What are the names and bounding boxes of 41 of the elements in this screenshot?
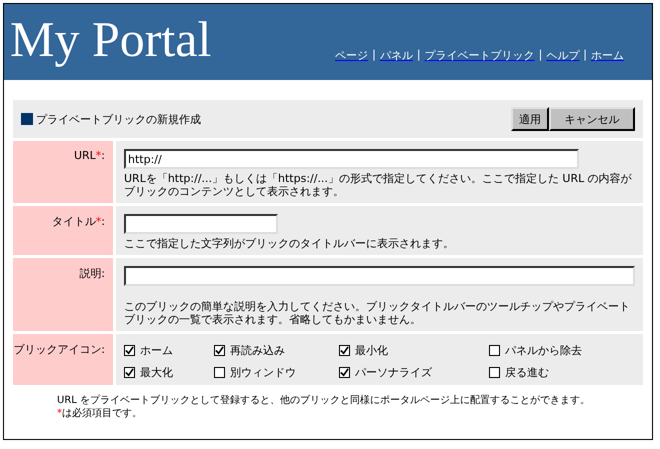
required-note: *は必須項目です。 <box>57 407 143 420</box>
input-field[interactable]: http:// <box>124 149 579 169</box>
nav-link[interactable]: ヘルプ <box>546 48 580 63</box>
nav-link[interactable]: プライベートブリック <box>424 48 535 63</box>
checkbox-label: 戻る進む <box>505 365 549 380</box>
square-icon <box>21 113 33 125</box>
footer-note: URL をプライベートブリックとして登録すると、他のブリックと同様にポータルページ上に配置することができます。 <box>57 394 592 407</box>
checkbox-label: ホーム <box>140 343 173 358</box>
checkbox-label: 最大化 <box>140 365 173 380</box>
field-label: 説明: <box>13 258 113 331</box>
help-text: ここで指定した文字列がブリックのタイトルバーに表示されます。 <box>124 237 455 250</box>
checkbox-label: 最小化 <box>355 343 388 358</box>
help-text: URLを「http://...」もしくは「https://...」の形式で指定してください。ここで指定した URL の内容がブリックのコンテンツとして表示されます。 <box>124 172 633 198</box>
checkbox[interactable] <box>214 367 225 378</box>
help-text: このブリックの簡単な説明を入力してください。ブリックタイトルバーのツールチップやプライベートブリックの一覧で表示されます。省略してもかまいません。 <box>124 300 631 326</box>
field-label: タイトル*: <box>13 206 113 255</box>
checkbox-label: パネルから除去 <box>505 343 582 358</box>
nav-separator: | <box>416 48 421 63</box>
nav-separator: | <box>538 48 542 63</box>
checkbox[interactable] <box>124 345 135 356</box>
checkbox[interactable] <box>214 345 225 356</box>
input-field[interactable] <box>124 266 635 286</box>
checkbox[interactable] <box>339 367 350 378</box>
checkbox[interactable] <box>489 345 500 356</box>
field-label: ブリックアイコン: <box>13 334 113 385</box>
nav-separator: | <box>583 48 587 63</box>
checkbox[interactable] <box>124 367 135 378</box>
checkbox[interactable] <box>339 345 350 356</box>
nav-separator: | <box>372 48 376 63</box>
nav-link[interactable]: ページ <box>335 48 368 63</box>
field-label: URL*: <box>13 141 113 203</box>
form-button[interactable]: キャンセル <box>549 107 635 131</box>
section-title: プライベートブリックの新規作成 <box>36 112 201 126</box>
form-button[interactable]: 適用 <box>511 107 549 131</box>
checkbox-label: パーソナライズ <box>355 365 432 380</box>
nav-link[interactable]: パネル <box>380 48 413 63</box>
nav-link[interactable]: ホーム <box>591 48 624 63</box>
checkbox[interactable] <box>489 367 500 378</box>
checkbox-label: 再読み込み <box>230 343 285 358</box>
input-field[interactable] <box>124 214 278 234</box>
checkbox-label: 別ウィンドウ <box>230 365 296 380</box>
